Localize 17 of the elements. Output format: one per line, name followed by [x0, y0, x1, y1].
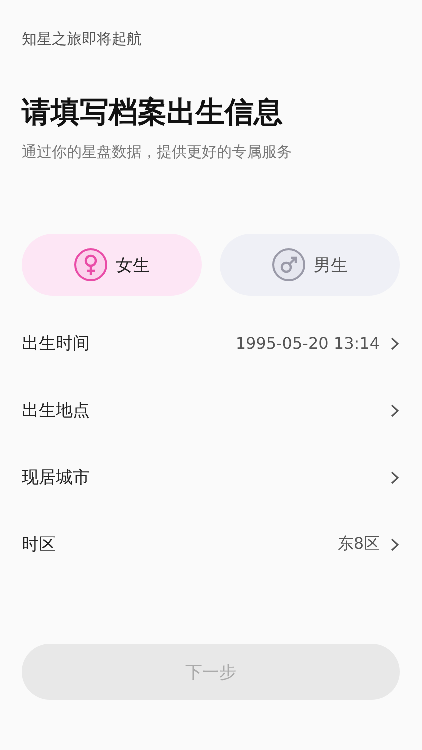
subtitle-text: 通过你的星盘数据，提供更好的专属服务 [22, 143, 292, 162]
field-label: 现居城市 [22, 467, 90, 489]
gender-option[interactable]: 男生 [220, 234, 400, 296]
chevron-right-icon[interactable] [390, 336, 400, 350]
male-symbol-icon [272, 248, 306, 282]
field-value: 1995-05-20 13:14 [236, 334, 380, 353]
field-label: 出生地点 [22, 400, 90, 422]
chevron-right-icon[interactable] [390, 404, 400, 418]
page-title: 请填写档案出生信息 [22, 94, 283, 131]
gender-option[interactable]: 女生 [22, 234, 202, 296]
chevron-right-icon[interactable] [390, 538, 400, 552]
field-label: 出生时间 [22, 333, 90, 355]
chevron-right-icon[interactable] [390, 470, 400, 484]
field-label: 时区 [22, 534, 56, 556]
female-symbol-icon [74, 248, 108, 282]
field-value: 东8区 [338, 534, 380, 555]
tagline-text: 知星之旅即将起航 [22, 30, 142, 49]
